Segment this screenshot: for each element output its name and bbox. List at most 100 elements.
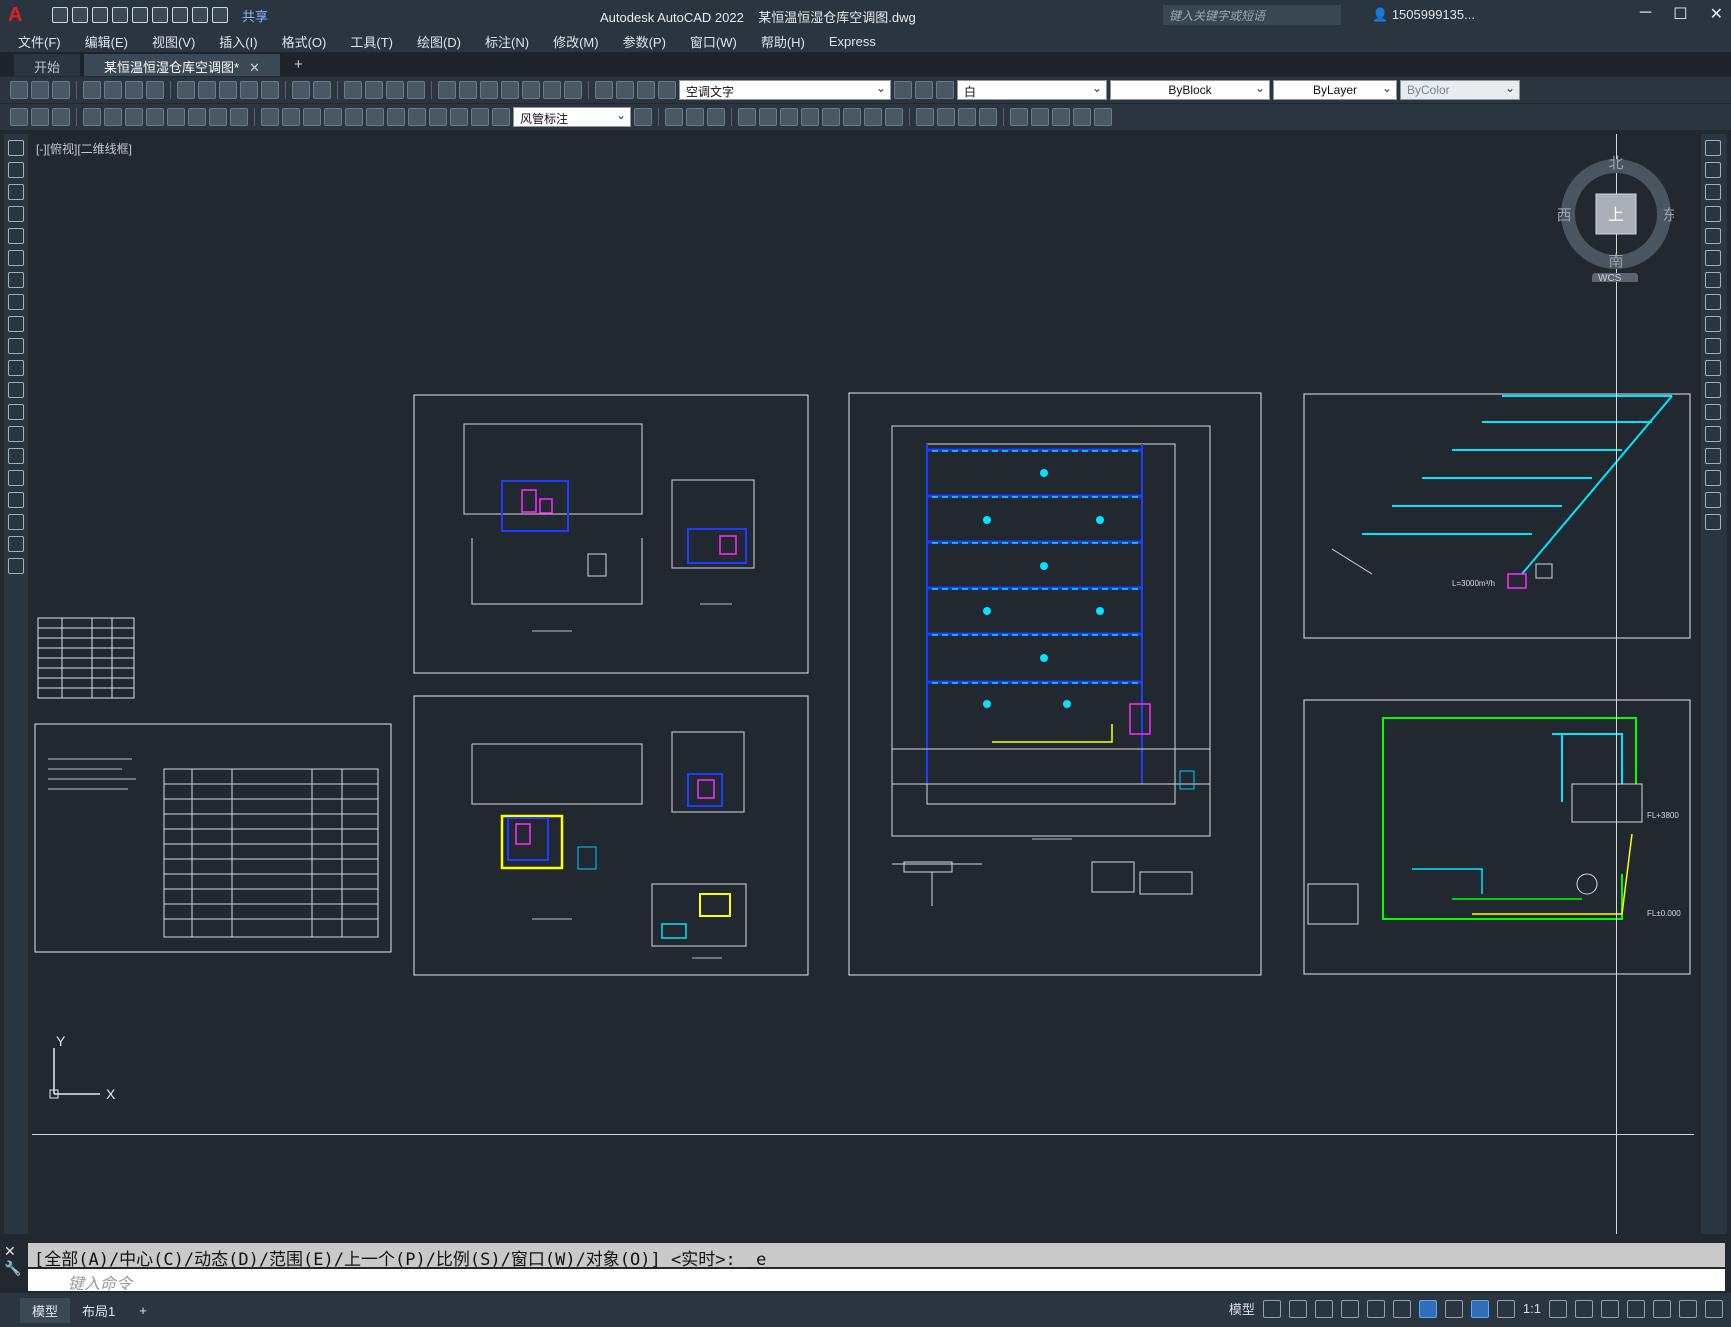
arc-icon[interactable] (8, 250, 24, 266)
units-icon[interactable] (1601, 1299, 1619, 1318)
model-space-label[interactable]: 模型 (1229, 1299, 1255, 1318)
zoom-previous-icon[interactable] (407, 81, 425, 99)
dim-style-icon[interactable] (634, 108, 652, 126)
compass-east[interactable]: 东 (1662, 207, 1677, 224)
offset-icon[interactable] (1705, 206, 1721, 222)
join-icon[interactable] (1705, 426, 1721, 442)
add-selected-icon[interactable] (8, 558, 24, 574)
3d-rotate-icon[interactable] (759, 108, 777, 126)
quick-dim-icon[interactable] (261, 108, 279, 126)
blend-curves-icon[interactable] (1705, 492, 1721, 508)
command-input[interactable]: 键入命令 (28, 1269, 1725, 1293)
dim-space-icon[interactable] (324, 108, 342, 126)
redo-icon[interactable] (212, 7, 228, 23)
scale-icon[interactable] (1705, 294, 1721, 310)
ellipse-arc-icon[interactable] (8, 360, 24, 376)
menu-item[interactable]: 标注(N) (485, 32, 529, 51)
ortho-icon[interactable] (1314, 1299, 1333, 1318)
construction-line-icon[interactable] (8, 162, 24, 178)
open-icon[interactable] (31, 81, 49, 99)
drawing-canvas[interactable]: L=3000m³/h FL+3800 FL±0.000 X Y (32, 134, 1694, 1233)
inspect-icon[interactable] (408, 108, 426, 126)
layer-state-icon[interactable] (936, 81, 954, 99)
menu-item[interactable]: Express (829, 34, 876, 49)
markup-icon[interactable] (522, 81, 540, 99)
calculator-icon[interactable] (543, 81, 561, 99)
share-button[interactable]: 共享 (242, 6, 268, 25)
arc-length-icon[interactable] (125, 108, 143, 126)
ucs-icon[interactable] (1010, 108, 1028, 126)
plot-icon[interactable] (83, 81, 101, 99)
tolerance-icon[interactable] (366, 108, 384, 126)
plot-icon[interactable] (172, 7, 188, 23)
isodraft-icon[interactable] (1366, 1299, 1385, 1318)
dimstyle-select[interactable]: 风管标注 (513, 107, 631, 127)
dim-break-icon[interactable] (345, 108, 363, 126)
polar-icon[interactable] (1340, 1299, 1359, 1318)
rotate-icon[interactable] (1705, 272, 1721, 288)
radius-dim-icon[interactable] (167, 108, 185, 126)
save-web-icon[interactable] (152, 7, 168, 23)
erase-icon[interactable] (1705, 140, 1721, 156)
cut-icon[interactable] (177, 81, 195, 99)
materials-icon[interactable] (937, 108, 955, 126)
3d-mirror-icon[interactable] (801, 108, 819, 126)
tool-palettes-icon[interactable] (480, 81, 498, 99)
search-input[interactable]: 键入关键字或短语 (1163, 5, 1341, 25)
interfere-icon[interactable] (864, 108, 882, 126)
compass-south[interactable]: 南 (1608, 253, 1623, 270)
plotstyle-select[interactable]: ByColor (1400, 80, 1520, 100)
subtract-icon[interactable] (707, 108, 725, 126)
autocad-logo[interactable]: A (8, 4, 38, 27)
make-block-icon[interactable] (8, 404, 24, 420)
baseline-dim-icon[interactable] (282, 108, 300, 126)
object-snap-icon[interactable] (1418, 1299, 1437, 1318)
layer-previous-icon[interactable] (915, 81, 933, 99)
layer-select[interactable]: 空调文字 (679, 80, 891, 100)
lineweight-icon[interactable] (1444, 1299, 1463, 1318)
viewport-controls[interactable]: [-][俯视][二维线框] (36, 140, 132, 157)
section-icon[interactable] (885, 108, 903, 126)
spline-icon[interactable] (8, 316, 24, 332)
break-icon[interactable] (1705, 404, 1721, 420)
ucs-previous-icon[interactable] (1052, 108, 1070, 126)
annotation-visibility-icon[interactable] (1470, 1299, 1489, 1318)
layer-walk-icon[interactable] (52, 108, 70, 126)
save-as-icon[interactable] (112, 7, 128, 23)
viewcube-top-face[interactable]: 上 (1608, 206, 1624, 224)
save-icon[interactable] (92, 7, 108, 23)
grid-icon[interactable] (1262, 1299, 1281, 1318)
save-icon[interactable] (52, 81, 70, 99)
tab-model[interactable]: 模型 (20, 1297, 71, 1323)
redo-icon[interactable] (313, 81, 331, 99)
menu-item[interactable]: 编辑(E) (85, 32, 128, 51)
paste-icon[interactable] (219, 81, 237, 99)
clean-screen-icon[interactable] (1679, 1299, 1697, 1318)
tab-start[interactable]: 开始 (14, 54, 81, 76)
new-icon[interactable] (52, 7, 68, 23)
3d-align-icon[interactable] (780, 108, 798, 126)
dim-edit-icon[interactable] (450, 108, 468, 126)
preview-icon[interactable] (104, 81, 122, 99)
menu-item[interactable]: 工具(T) (350, 32, 393, 51)
continue-dim-icon[interactable] (303, 108, 321, 126)
dim-update-icon[interactable] (492, 108, 510, 126)
design-center-icon[interactable] (459, 81, 477, 99)
region-icon[interactable] (8, 492, 24, 508)
maximize-icon[interactable]: ☐ (1673, 4, 1687, 24)
mtext-icon[interactable] (8, 536, 24, 552)
3d-array-icon[interactable] (822, 108, 840, 126)
circle-icon[interactable] (8, 272, 24, 288)
union-icon[interactable] (686, 108, 704, 126)
layer-properties-icon[interactable] (595, 81, 613, 99)
center-mark-icon[interactable] (387, 108, 405, 126)
menu-item[interactable]: 修改(M) (553, 32, 599, 51)
zoom-realtime-icon[interactable] (365, 81, 383, 99)
auto-scale-icon[interactable] (1496, 1299, 1515, 1318)
ordinate-dim-icon[interactable] (146, 108, 164, 126)
copy-object-icon[interactable] (1705, 162, 1721, 178)
layer-on-icon[interactable] (616, 81, 634, 99)
visual-style-icon[interactable] (979, 108, 997, 126)
match-properties-icon[interactable] (240, 81, 258, 99)
help-icon[interactable] (564, 81, 582, 99)
